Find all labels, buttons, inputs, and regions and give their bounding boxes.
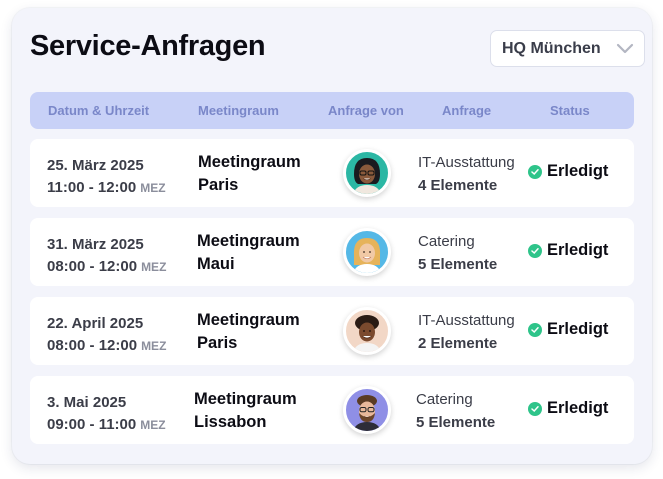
- table-row[interactable]: 25. März 2025 11:00 - 12:00 MEZ Meetingra…: [30, 139, 634, 207]
- row-time: 09:00 - 11:00 MEZ: [47, 416, 166, 433]
- column-header-status: Status: [550, 103, 590, 118]
- service-requests-card: Service-Anfragen HQ München Datum & Uhrz…: [12, 8, 652, 464]
- request-count: 5 Elemente: [418, 256, 498, 273]
- person-avatar-icon: [353, 395, 381, 431]
- row-time: 11:00 - 12:00 MEZ: [47, 179, 166, 196]
- row-timezone: MEZ: [140, 418, 166, 432]
- row-time: 08:00 - 12:00 MEZ: [47, 337, 167, 354]
- page-title: Service-Anfragen: [30, 30, 266, 62]
- status-label: Erledigt: [547, 241, 609, 259]
- status-label: Erledigt: [547, 399, 609, 417]
- column-header-request: Anfrage: [442, 103, 492, 118]
- row-request: Catering 5 Elemente: [418, 230, 497, 276]
- column-header-requester: Anfrage von: [328, 103, 404, 118]
- status-badge: Erledigt: [528, 162, 608, 181]
- row-timezone: MEZ: [141, 339, 167, 353]
- check-icon: [528, 322, 542, 337]
- check-icon: [528, 164, 542, 179]
- row-timezone: MEZ: [141, 260, 167, 274]
- row-request: IT-Ausstattung 4 Elemente: [418, 151, 515, 197]
- row-room: Meetingraum Lissabon: [194, 390, 297, 431]
- requester-avatar[interactable]: [343, 307, 391, 355]
- row-room: Meetingraum Paris: [198, 153, 301, 194]
- request-category: IT-Ausstattung: [418, 154, 515, 171]
- row-date: 31. März 2025: [47, 236, 144, 253]
- request-category: Catering: [418, 233, 475, 250]
- row-time: 08:00 - 12:00 MEZ: [47, 258, 167, 275]
- request-category: IT-Ausstattung: [418, 312, 515, 329]
- status-label: Erledigt: [547, 162, 609, 180]
- table-header: Datum & Uhrzeit Meetingraum Anfrage von …: [30, 92, 634, 129]
- request-count: 4 Elemente: [418, 177, 498, 194]
- table-row[interactable]: 22. April 2025 08:00 - 12:00 MEZ Meetingr…: [30, 297, 634, 365]
- table-row[interactable]: 3. Mai 2025 09:00 - 11:00 MEZ Meetingraum…: [30, 376, 634, 444]
- status-badge: Erledigt: [528, 320, 608, 339]
- person-avatar-icon: [353, 238, 381, 273]
- row-date: 3. Mai 2025: [47, 394, 127, 411]
- request-count: 2 Elemente: [418, 335, 498, 352]
- row-room: Meetingraum Maui: [197, 232, 300, 273]
- requester-avatar[interactable]: [343, 386, 391, 434]
- row-request: IT-Ausstattung 2 Elemente: [418, 309, 515, 355]
- row-date: 25. März 2025: [47, 157, 144, 174]
- location-select[interactable]: HQ München: [490, 30, 645, 67]
- person-avatar-icon: [353, 315, 381, 352]
- row-timezone: MEZ: [140, 181, 166, 195]
- chevron-down-icon: [616, 43, 634, 54]
- requester-avatar[interactable]: [343, 149, 391, 197]
- status-badge: Erledigt: [528, 241, 608, 260]
- row-date: 22. April 2025: [47, 315, 144, 332]
- request-count: 5 Elemente: [416, 414, 496, 431]
- check-icon: [528, 243, 542, 258]
- column-header-date: Datum & Uhrzeit: [48, 103, 150, 118]
- request-category: Catering: [416, 391, 473, 408]
- row-room: Meetingraum Paris: [197, 311, 300, 352]
- status-label: Erledigt: [547, 320, 609, 338]
- column-header-room: Meetingraum: [198, 103, 279, 118]
- check-icon: [528, 401, 542, 416]
- location-select-value: HQ München: [502, 39, 601, 57]
- requester-avatar[interactable]: [343, 228, 391, 276]
- status-badge: Erledigt: [528, 399, 608, 418]
- row-request: Catering 5 Elemente: [416, 388, 495, 434]
- person-avatar-icon: [353, 158, 381, 194]
- table-row[interactable]: 31. März 2025 08:00 - 12:00 MEZ Meetingra…: [30, 218, 634, 286]
